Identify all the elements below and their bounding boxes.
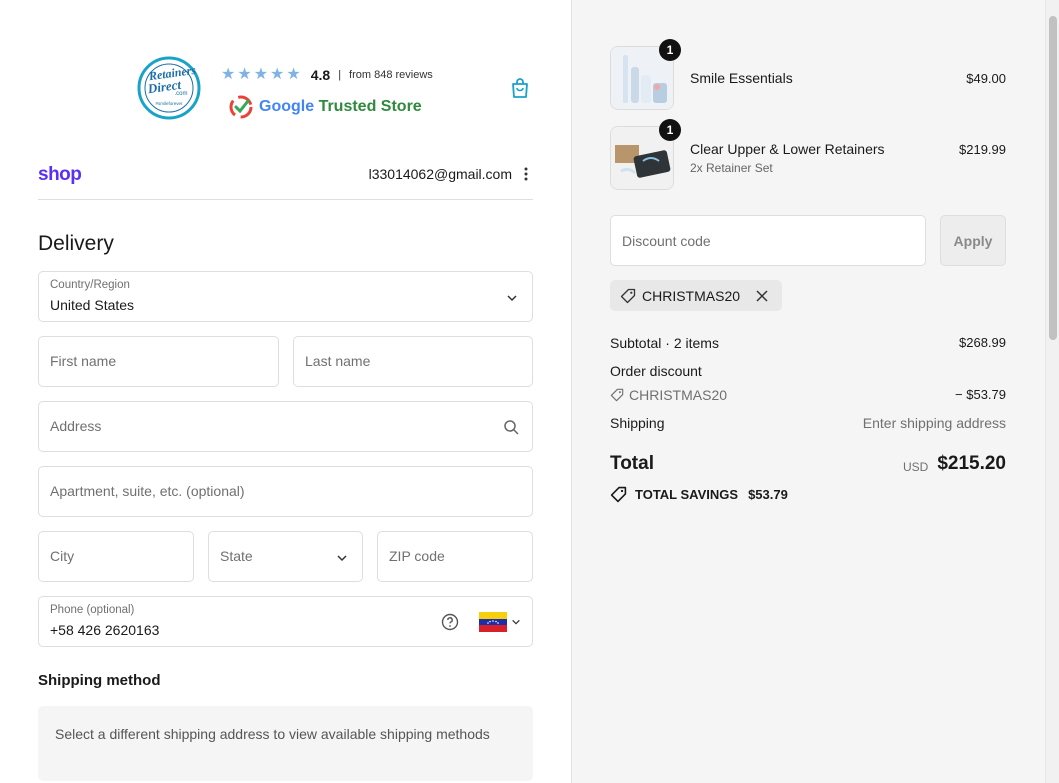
shop-account-bar: shop l33014062@gmail.com	[38, 160, 533, 200]
applied-code-text: CHRISTMAS20	[642, 287, 741, 304]
address-placeholder: Address	[50, 418, 102, 434]
google-check-icon	[229, 95, 253, 119]
shipping-method-message: Select a different shipping address to v…	[55, 726, 490, 742]
discount-amount: − $53.79	[955, 387, 1006, 402]
shipping-value: Enter shipping address	[862, 415, 1006, 431]
apply-discount-button[interactable]: Apply	[940, 215, 1006, 266]
item-variant: 2x Retainer Set	[690, 161, 773, 175]
subtotal-row: Subtotal · 2 items $268.99	[610, 335, 1006, 351]
shopping-bag-icon[interactable]	[509, 77, 531, 99]
page-scrollbar[interactable]	[1045, 0, 1059, 783]
address-field[interactable]: Address	[38, 401, 533, 452]
google-trusted-store-badge: Google Trusted Store	[229, 95, 422, 119]
total-label: Total	[610, 453, 654, 474]
item-price: $219.99	[959, 142, 1006, 157]
discount-code-text: CHRISTMAS20	[629, 387, 728, 403]
chevron-down-icon	[507, 295, 517, 302]
chevron-down-icon	[512, 619, 520, 625]
cart-item: 1 Smile Essentials $49.00	[610, 39, 1006, 110]
trusted-store-label: Trusted Store	[318, 98, 422, 115]
savings-label: TOTAL SAVINGS	[635, 487, 739, 502]
more-options-icon[interactable]	[521, 166, 531, 182]
scrollbar-thumb[interactable]	[1049, 16, 1057, 340]
discount-placeholder: Discount code	[622, 233, 711, 249]
quantity-badge: 1	[659, 119, 681, 141]
rating-value: 4.8	[310, 67, 331, 83]
delivery-heading: Delivery	[38, 232, 114, 255]
item-name: Clear Upper & Lower Retainers	[690, 141, 885, 157]
apartment-placeholder: Apartment, suite, etc. (optional)	[50, 483, 245, 499]
city-placeholder: City	[50, 548, 75, 564]
star-icon: ★	[286, 66, 301, 83]
chevron-down-icon	[337, 555, 347, 562]
last-name-field[interactable]: Last name	[293, 336, 533, 387]
country-flag-venezuela-icon[interactable]	[479, 612, 507, 632]
phone-label: Phone (optional)	[50, 604, 135, 616]
review-count: from 848 reviews	[349, 69, 433, 81]
first-name-field[interactable]: First name	[38, 336, 279, 387]
star-icon: ★	[253, 66, 269, 83]
total-amount: $215.20	[937, 453, 1006, 474]
subtotal-value: $268.99	[959, 335, 1006, 350]
city-field[interactable]: City	[38, 531, 194, 582]
rating-row: ★ ★ ★ ★ ★ 4.8 | from 848 reviews	[221, 66, 433, 84]
rating-separator: |	[338, 69, 342, 81]
shipping-label: Shipping	[610, 415, 665, 431]
applied-discount-chip: CHRISTMAS20	[610, 280, 783, 311]
star-icon: ★	[237, 66, 252, 83]
order-discount-row: Order discount	[610, 363, 1006, 379]
subtotal-label: Subtotal · 2 items	[610, 335, 719, 351]
first-name-placeholder: First name	[50, 353, 117, 369]
google-word: Google	[259, 98, 315, 115]
total-savings: TOTAL SAVINGS $53.79	[610, 486, 788, 503]
help-icon[interactable]	[441, 613, 459, 631]
country-value: United States	[50, 297, 135, 313]
last-name-placeholder: Last name	[305, 353, 371, 369]
store-header: Retainers Direct .com #smileforever ★ ★ …	[135, 55, 440, 121]
zip-placeholder: ZIP code	[389, 548, 445, 564]
apartment-field[interactable]: Apartment, suite, etc. (optional)	[38, 466, 533, 517]
state-select[interactable]: State	[208, 531, 363, 582]
account-email: l33014062@gmail.com	[368, 166, 512, 182]
shop-pay-logo: shop	[38, 164, 82, 185]
country-select[interactable]: Country/Region United States	[38, 271, 533, 322]
country-label: Country/Region	[50, 279, 130, 291]
checkout-form-column: Retainers Direct .com #smileforever ★ ★ …	[0, 0, 571, 783]
savings-tag-icon	[610, 486, 627, 503]
shipping-method-notice: Select a different shipping address to v…	[38, 706, 533, 781]
quantity-badge: 1	[659, 39, 681, 61]
retainers-direct-logo[interactable]: Retainers Direct .com #smileforever	[135, 55, 209, 121]
item-name: Smile Essentials	[690, 70, 793, 86]
svg-text:#smileforever: #smileforever	[155, 101, 183, 106]
tag-icon	[610, 388, 624, 402]
phone-value: +58 426 2620163	[50, 622, 160, 638]
tag-icon	[620, 288, 636, 303]
cart-item: 1 Clear Upper & Lower Retainers 2x Retai…	[610, 119, 1006, 190]
shipping-method-heading: Shipping method	[38, 672, 161, 689]
star-icon: ★	[221, 66, 236, 83]
search-icon	[504, 420, 519, 435]
total-currency: USD	[903, 460, 929, 474]
order-discount-label: Order discount	[610, 363, 702, 379]
savings-amount: $53.79	[748, 487, 788, 502]
discount-code-input[interactable]: Discount code	[610, 215, 926, 266]
state-placeholder: State	[220, 548, 253, 564]
zip-field[interactable]: ZIP code	[377, 531, 533, 582]
star-icon: ★	[270, 66, 285, 83]
remove-discount-close-icon[interactable]	[754, 288, 770, 304]
svg-text:.com: .com	[174, 91, 187, 97]
phone-field[interactable]: Phone (optional) +58 426 2620163	[38, 596, 533, 647]
item-price: $49.00	[966, 71, 1006, 86]
shipping-row: Shipping Enter shipping address	[610, 415, 1006, 431]
